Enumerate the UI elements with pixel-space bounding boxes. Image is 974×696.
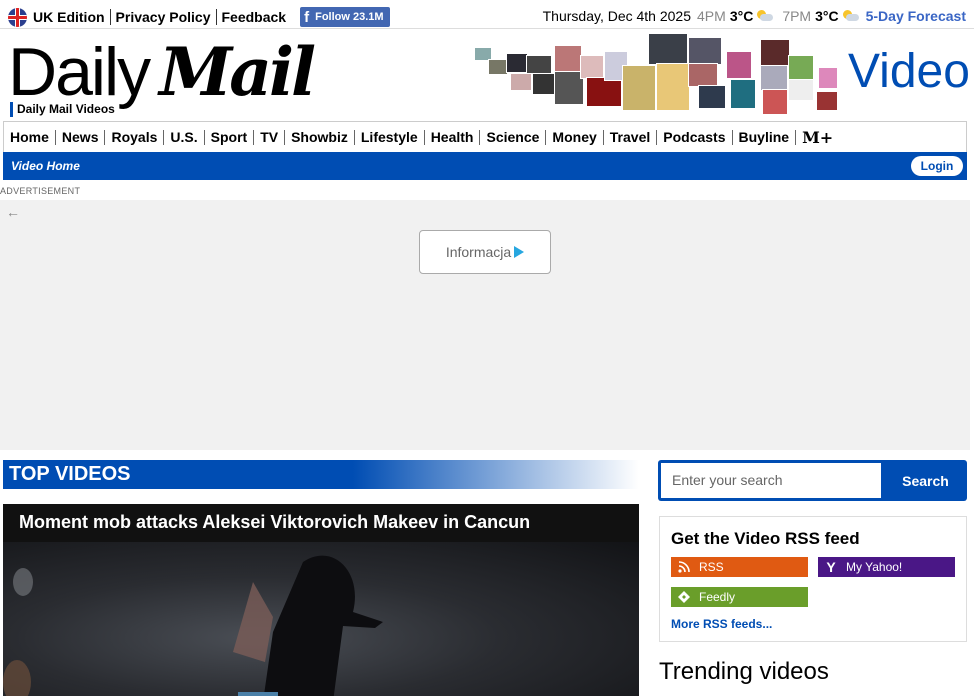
- ad-info-button[interactable]: Informacja: [419, 230, 551, 274]
- nav-item-us[interactable]: U.S.: [164, 129, 205, 145]
- date-weather: Thursday, Dec 4th 2025 4PM 3°C 7PM 3°C 5…: [543, 8, 966, 24]
- nav-item-money[interactable]: Money: [546, 129, 604, 145]
- nav-item-health[interactable]: Health: [425, 129, 481, 145]
- rss-button[interactable]: RSS: [671, 557, 808, 577]
- video-frame: [3, 555, 383, 696]
- video-home-link[interactable]: Video Home: [11, 159, 80, 173]
- daily-mail-logo[interactable]: Daily Mail: [8, 33, 316, 111]
- featured-video[interactable]: Moment mob attacks Aleksei Viktorovich M…: [3, 504, 639, 696]
- trending-heading: Trending videos: [659, 658, 829, 685]
- top-videos-header: TOP VIDEOS: [3, 460, 639, 489]
- yahoo-icon: Y: [826, 559, 836, 575]
- divider: [215, 9, 217, 25]
- main-nav: Home News Royals U.S. Sport TV Showbiz L…: [3, 121, 967, 152]
- divider: [0, 28, 974, 29]
- more-rss-feeds-link[interactable]: More RSS feeds...: [671, 617, 772, 631]
- nav-item-royals[interactable]: Royals: [105, 129, 165, 145]
- my-yahoo-label: My Yahoo!: [846, 560, 903, 574]
- top-links: UK Edition Privacy Policy Feedback f Fol…: [8, 7, 390, 27]
- ad-info-label: Informacja: [445, 244, 512, 260]
- edition-link[interactable]: UK Edition: [33, 9, 105, 25]
- feedly-icon: [677, 590, 691, 604]
- feedly-button[interactable]: Feedly: [671, 587, 808, 607]
- my-yahoo-button[interactable]: Y My Yahoo!: [818, 557, 955, 577]
- top-videos-heading: TOP VIDEOS: [9, 463, 131, 485]
- nav-item-lifestyle[interactable]: Lifestyle: [355, 129, 425, 145]
- partly-cloudy-icon: [842, 10, 859, 22]
- arrow-left-icon[interactable]: ←: [6, 204, 20, 220]
- feedback-link[interactable]: Feedback: [222, 9, 287, 25]
- follow-label: Follow: [315, 11, 350, 23]
- advertisement-slot[interactable]: ← Informacja: [0, 200, 970, 450]
- facebook-icon: f: [304, 8, 310, 26]
- rss-heading: Get the Video RSS feed: [671, 529, 860, 548]
- nav-item-buyline[interactable]: Buyline: [733, 129, 797, 145]
- video-subnav: Video Home Login: [3, 152, 967, 180]
- advertisement-label: ADVERTISEMENT: [0, 186, 81, 196]
- nav-item-news[interactable]: News: [56, 129, 106, 145]
- section-title: Video: [848, 45, 970, 98]
- logo-daily: Daily: [8, 34, 151, 110]
- featured-video-title[interactable]: Moment mob attacks Aleksei Viktorovich M…: [19, 512, 530, 533]
- login-button[interactable]: Login: [911, 156, 963, 176]
- weather-temp: 3°C: [729, 8, 754, 24]
- privacy-policy-link[interactable]: Privacy Policy: [116, 9, 211, 25]
- subbrand-label: Daily Mail Videos: [10, 102, 115, 117]
- logo-mail: Mail: [159, 33, 316, 111]
- feedly-label: Feedly: [699, 590, 736, 604]
- facebook-follow-button[interactable]: f Follow 23.1M: [300, 7, 390, 27]
- search-input[interactable]: Enter your search: [661, 463, 881, 498]
- divider: [109, 9, 111, 25]
- nav-item-home[interactable]: Home: [8, 129, 56, 145]
- adchoices-icon: [514, 246, 525, 258]
- rss-icon: [677, 560, 691, 574]
- weather-time: 7PM: [782, 8, 812, 24]
- current-date: Thursday, Dec 4th 2025: [542, 8, 692, 24]
- forecast-link[interactable]: 5-Day Forecast: [866, 8, 966, 24]
- nav-item-sport[interactable]: Sport: [205, 129, 255, 145]
- nav-item-tv[interactable]: TV: [254, 129, 286, 145]
- follow-count: 23.1M: [352, 11, 384, 23]
- rss-panel: Get the Video RSS feed RSS Y My Yahoo! F…: [659, 516, 967, 642]
- partly-cloudy-icon: [756, 10, 774, 22]
- search-button[interactable]: Search: [884, 460, 967, 501]
- nav-item-travel[interactable]: Travel: [604, 129, 658, 145]
- nav-item-showbiz[interactable]: Showbiz: [285, 129, 355, 145]
- nav-item-science[interactable]: Science: [480, 129, 547, 145]
- video-thumbnail[interactable]: [3, 542, 639, 696]
- search-form: Enter your search Search: [658, 460, 967, 501]
- nav-item-mplus[interactable]: M+: [796, 129, 839, 145]
- weather-time: 4PM: [697, 8, 726, 24]
- nav-item-podcasts[interactable]: Podcasts: [657, 129, 733, 145]
- uk-flag-icon: [8, 7, 27, 27]
- weather-temp: 3°C: [815, 8, 839, 24]
- rss-label: RSS: [699, 560, 724, 574]
- video-collage-banner: [474, 33, 840, 115]
